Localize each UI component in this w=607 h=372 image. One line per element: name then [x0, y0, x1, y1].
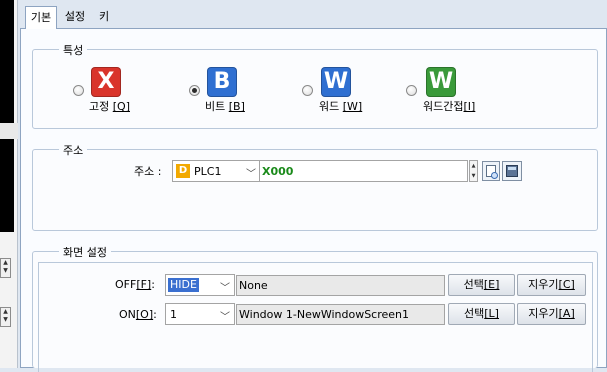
- display-settings-title: 화면 설정: [59, 244, 111, 260]
- chevron-down-icon: ﹀: [246, 169, 256, 180]
- device-icon: D: [176, 164, 190, 178]
- device-value: PLC1: [194, 165, 222, 178]
- address-value: X000: [262, 165, 294, 178]
- on-clear-button[interactable]: 지우기[A]: [517, 303, 586, 325]
- option-word-label[interactable]: 워드 [W]: [319, 98, 362, 114]
- word-icon: W: [321, 67, 351, 97]
- address-label: 주소 :: [134, 165, 162, 178]
- keypad-icon[interactable]: [502, 161, 522, 181]
- option-fixed-label[interactable]: 고정 [Q]: [89, 98, 130, 114]
- chevron-down-icon: ﹀: [220, 283, 230, 294]
- on-select[interactable]: 1 ﹀: [165, 303, 235, 325]
- tab-key[interactable]: 키: [94, 6, 114, 28]
- radio-fixed[interactable]: [73, 85, 84, 96]
- left-preview-bottom: [0, 139, 14, 232]
- off-select-button[interactable]: 선택[E]: [448, 274, 515, 296]
- word-indirect-icon: W: [426, 67, 456, 97]
- left-preview-top: [0, 0, 14, 123]
- off-screen-field: None: [236, 275, 445, 296]
- properties-group: 특성 X 고정 [Q] B 비트 [B] W 워드 [W] W 워드간접[I]: [32, 42, 598, 129]
- tab-basic[interactable]: 기본: [25, 6, 57, 29]
- left-spinner-1[interactable]: ▲ ▼: [0, 258, 11, 278]
- fixed-icon: X: [91, 67, 121, 97]
- off-clear-button[interactable]: 지우기[C]: [517, 274, 586, 296]
- on-select-value: 1: [170, 308, 177, 321]
- option-word-indirect-label[interactable]: 워드간접[I]: [423, 98, 475, 114]
- on-label: ON[O]:: [119, 308, 157, 321]
- left-separator: [0, 123, 18, 139]
- bit-icon: B: [207, 67, 237, 97]
- chevron-down-icon: ﹀: [220, 312, 230, 323]
- address-input[interactable]: X000: [259, 160, 468, 182]
- address-group: 주소 주소 : D PLC1 ﹀ X000 ▲ ▼: [32, 142, 598, 231]
- off-select-value: HIDE: [168, 278, 199, 292]
- properties-title: 특성: [59, 42, 88, 58]
- off-label: OFF[F]:: [115, 278, 155, 291]
- tab-settings[interactable]: 설정: [60, 6, 90, 28]
- radio-word[interactable]: [302, 85, 313, 96]
- option-bit-label[interactable]: 비트 [B]: [205, 98, 245, 114]
- on-screen-field: Window 1-NewWindowScreen1: [236, 304, 445, 325]
- off-select[interactable]: HIDE ﹀: [165, 274, 235, 296]
- on-select-button[interactable]: 선택[L]: [448, 303, 515, 325]
- address-title: 주소: [59, 142, 88, 158]
- radio-word-indirect[interactable]: [406, 85, 417, 96]
- device-dropdown[interactable]: D PLC1 ﹀: [172, 160, 260, 182]
- address-spinner[interactable]: ▲ ▼: [469, 160, 478, 182]
- display-settings-group: 화면 설정 OFF[F]: HIDE ﹀ None 선택[E] 지우기[C] O…: [32, 244, 598, 372]
- radio-bit[interactable]: [189, 85, 200, 96]
- left-spinner-2[interactable]: ▲ ▼: [0, 307, 11, 327]
- address-book-icon[interactable]: [482, 161, 500, 181]
